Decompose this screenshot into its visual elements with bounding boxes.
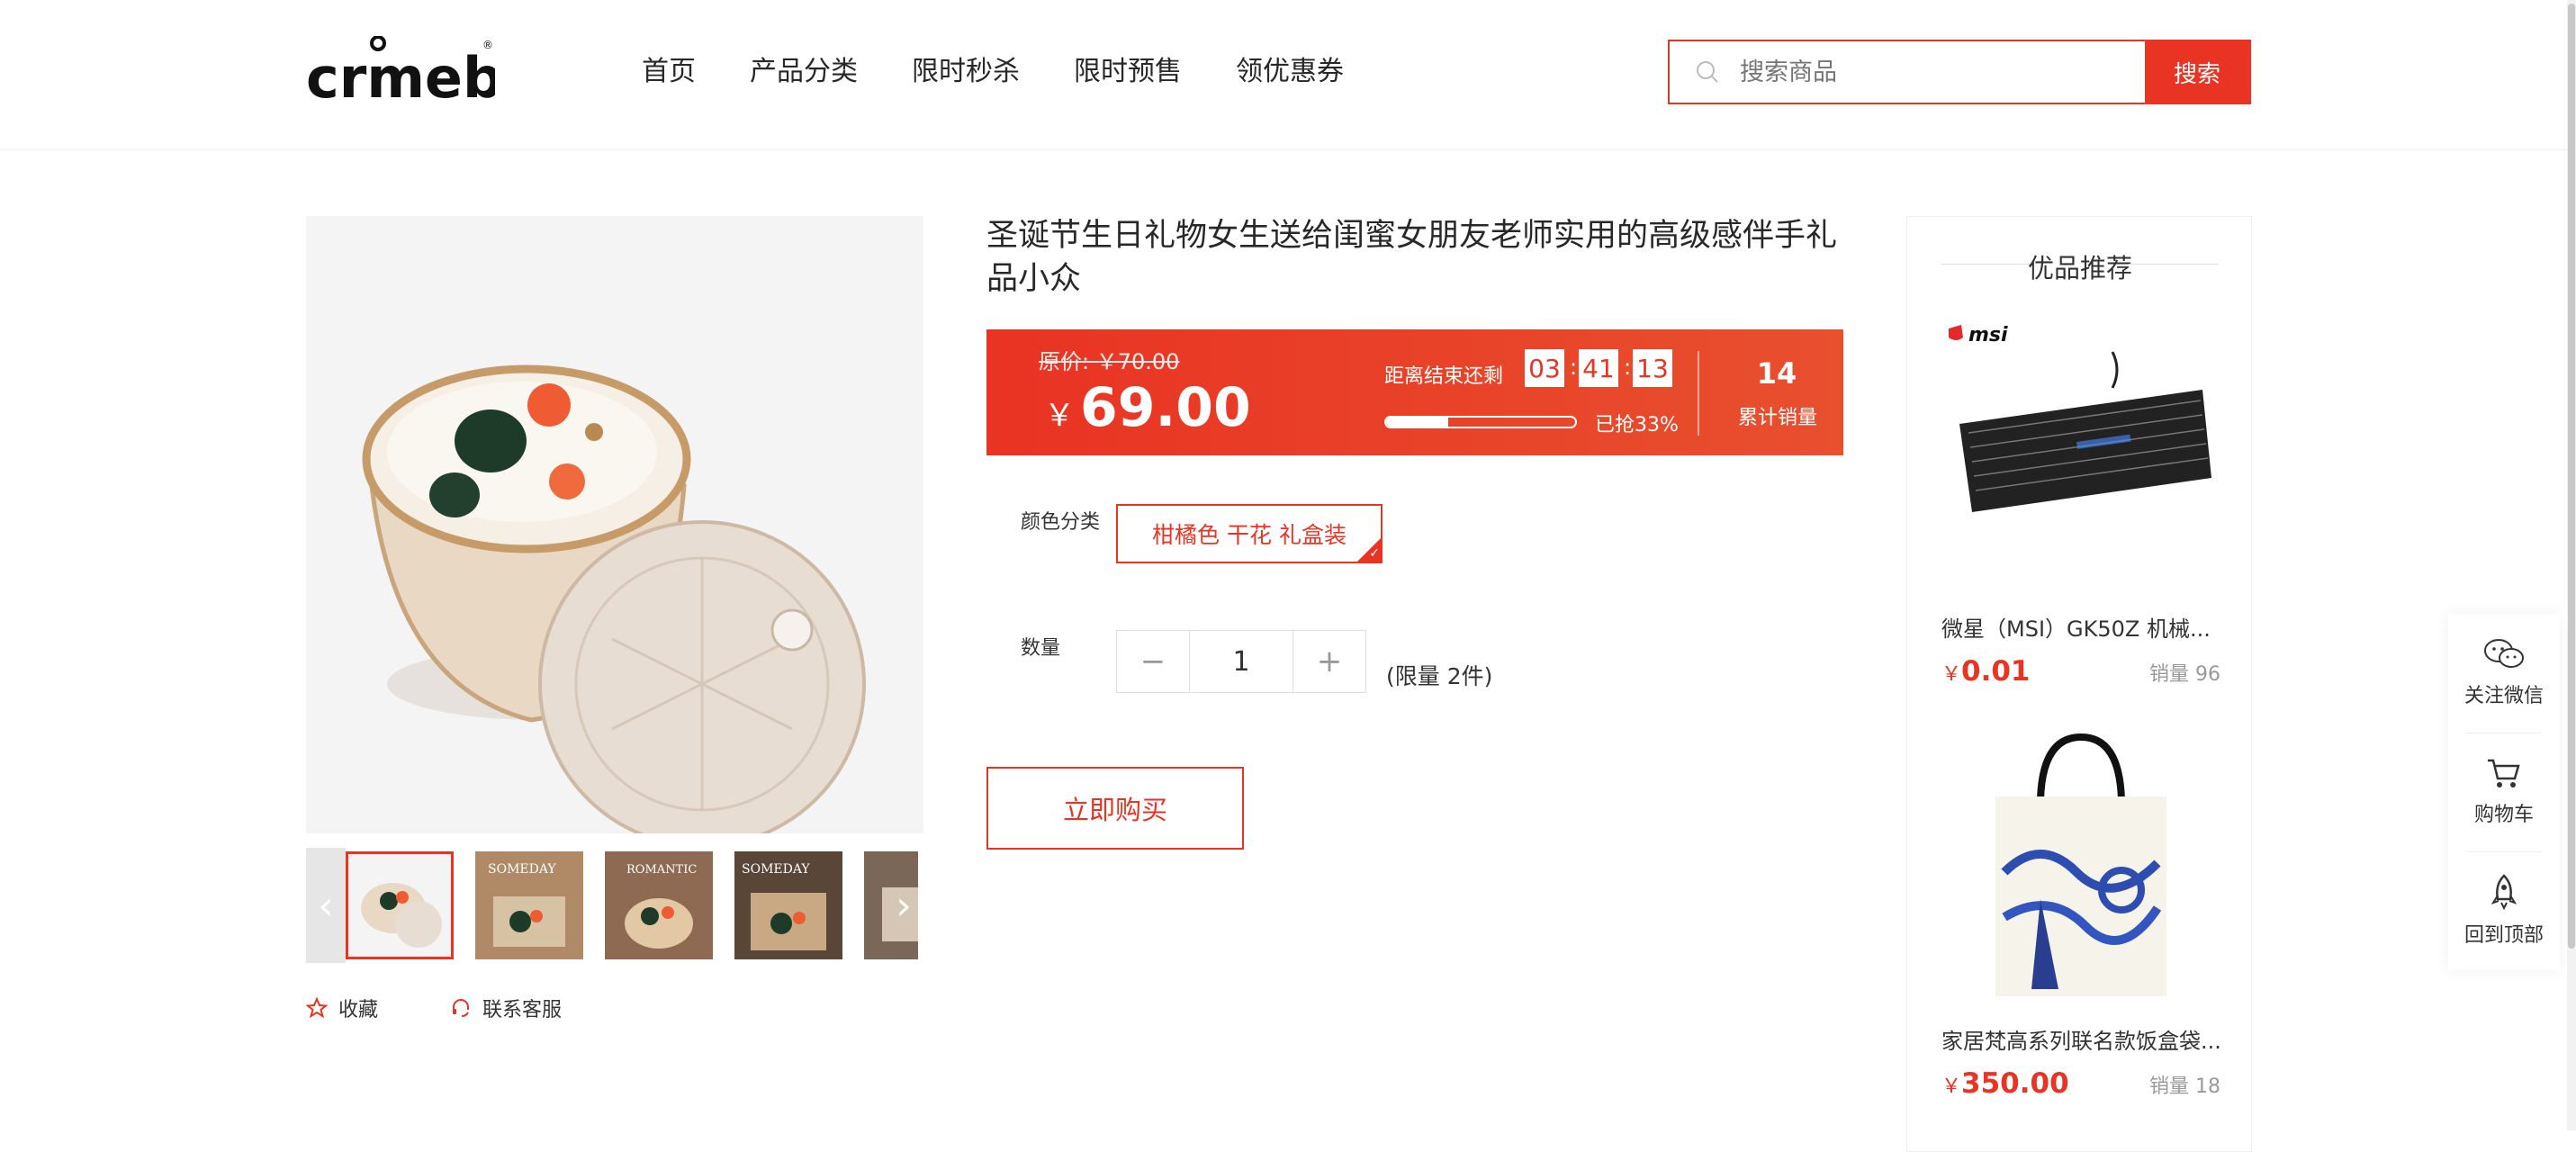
- svg-text:ROMANTIC: ROMANTIC: [626, 863, 697, 877]
- countdown-minutes: 41: [1579, 349, 1618, 387]
- buy-now-button[interactable]: 立即购买: [986, 767, 1244, 850]
- side-label: 购物车: [2473, 804, 2534, 826]
- wechat-icon: [2484, 639, 2524, 668]
- product-main-image: [306, 216, 923, 833]
- thumbnail-2[interactable]: SOMEDAY: [475, 851, 583, 959]
- side-label: 回到顶部: [2463, 924, 2544, 947]
- main-nav: 首页 产品分类 限时秒杀 限时预售 领优惠券: [642, 52, 1398, 92]
- recommend-item[interactable]: 家居梵高系列联名款饭盒袋... ￥350.00 销量 18: [1941, 728, 2220, 1100]
- divider: [2129, 264, 2219, 265]
- sku-option-label: 柑橘色 干花 礼盒装: [1152, 522, 1347, 548]
- countdown-separator: :: [1624, 355, 1632, 380]
- nav-coupons[interactable]: 领优惠券: [1236, 52, 1344, 92]
- thumbnail-3[interactable]: ROMANTIC: [605, 851, 713, 959]
- recommend-item-price: ￥0.01: [1941, 655, 2031, 688]
- total-sales-count: 14: [1756, 356, 1797, 391]
- recommend-panel: 优品推荐 msi 微星（MSI）GK50Z 机械... ￥0.01 销量 96 …: [1906, 216, 2252, 1152]
- favorite-label: 收藏: [338, 999, 379, 1022]
- nav-presale[interactable]: 限时预售: [1074, 52, 1182, 92]
- svg-text:SOMEDAY: SOMEDAY: [742, 862, 810, 877]
- search-bar: 搜索: [1668, 40, 2251, 104]
- site-header: crmeb ® 首页 产品分类 限时秒杀 限时预售 领优惠券 搜索: [0, 0, 2576, 150]
- scrollbar-thumb[interactable]: [2568, 4, 2575, 949]
- countdown-label: 距离结束还剩: [1384, 365, 1504, 388]
- currency-symbol: ￥: [1044, 398, 1075, 434]
- thumbnail-1[interactable]: [346, 851, 454, 959]
- side-toolbar: 关注微信 购物车 回到顶部: [2448, 614, 2560, 970]
- cart-button[interactable]: 购物车: [2448, 733, 2560, 851]
- recommend-item-sales: 销量 18: [2149, 1076, 2220, 1098]
- sku-option-selected[interactable]: 柑橘色 干花 礼盒装 ✓: [1116, 504, 1383, 563]
- quantity-label: 数量: [1021, 637, 1061, 660]
- quantity-stepper: − 1 +: [1116, 630, 1366, 693]
- thumbnail-strip: ‹ SOMEDAY ROMANTIC SOMEDAY ›: [306, 848, 923, 963]
- recommend-item-image: msi: [1941, 316, 2220, 595]
- chevron-left-icon: ‹: [318, 882, 334, 929]
- search-input[interactable]: [1738, 57, 2116, 87]
- countdown-separator: :: [1570, 355, 1578, 380]
- plus-icon: +: [1316, 644, 1343, 680]
- rocket-icon: [2490, 874, 2517, 910]
- product-actions: 收藏 联系客服: [306, 994, 634, 1022]
- sold-progress-fill: [1386, 418, 1449, 427]
- quantity-limit: (限量 2件): [1386, 663, 1493, 689]
- customer-service-button[interactable]: 联系客服: [450, 994, 562, 1022]
- nav-categories[interactable]: 产品分类: [750, 52, 858, 92]
- nav-flash-sale[interactable]: 限时秒杀: [912, 52, 1020, 92]
- total-sales-label: 累计销量: [1737, 407, 1817, 429]
- color-label: 颜色分类: [1021, 511, 1101, 534]
- follow-wechat-button[interactable]: 关注微信: [2448, 614, 2560, 733]
- recommend-title: 优品推荐: [2027, 253, 2132, 284]
- search-button[interactable]: 搜索: [2145, 41, 2249, 103]
- favorite-button[interactable]: 收藏: [306, 994, 378, 1022]
- recommend-item-price: ￥350.00: [1941, 1067, 2069, 1100]
- thumb-prev-button[interactable]: ‹: [306, 848, 346, 963]
- sold-progress-label: 已抢33%: [1595, 414, 1679, 436]
- divider: [1698, 351, 1699, 436]
- current-price: ￥ 69.00: [1044, 376, 1251, 439]
- countdown-hours: 03: [1525, 349, 1564, 387]
- cart-icon: [2488, 759, 2520, 788]
- minus-icon: −: [1139, 644, 1166, 680]
- back-to-top-button[interactable]: 回到顶部: [2448, 851, 2560, 970]
- recommend-item-sales: 销量 96: [2149, 663, 2220, 686]
- headset-icon: [453, 999, 470, 1017]
- svg-text:®: ®: [482, 39, 493, 51]
- minus-button[interactable]: −: [1117, 631, 1189, 692]
- plus-button[interactable]: +: [1293, 631, 1365, 692]
- price-value: 69.00: [1080, 376, 1251, 439]
- product-title: 圣诞节生日礼物女生送给闺蜜女朋友老师实用的高级感伴手礼品小众: [986, 218, 1838, 297]
- thumbnail-4[interactable]: SOMEDAY: [734, 851, 842, 959]
- recommend-item-name: 家居梵高系列联名款饭盒袋...: [1941, 1029, 2220, 1054]
- side-label: 关注微信: [2463, 685, 2544, 707]
- thumb-next-button[interactable]: ›: [884, 848, 923, 963]
- check-icon: ✓: [1369, 546, 1380, 561]
- service-label: 联系客服: [482, 999, 563, 1022]
- search-icon: [1697, 61, 1718, 83]
- flash-sale-price-panel: 原价: ￥70.00 ￥ 69.00 距离结束还剩 03 : 41 : 13 已抢…: [986, 329, 1843, 455]
- svg-text:SOMEDAY: SOMEDAY: [488, 862, 556, 877]
- original-price: 原价: ￥70.00: [1039, 349, 1180, 374]
- star-icon: [306, 997, 328, 1019]
- svg-text:crmeb: crmeb: [306, 45, 495, 108]
- recommend-item[interactable]: msi 微星（MSI）GK50Z 机械... ￥0.01 销量 96: [1941, 316, 2220, 688]
- chevron-right-icon: ›: [896, 882, 912, 929]
- countdown-seconds: 13: [1633, 349, 1672, 387]
- crmeb-logo[interactable]: crmeb ®: [306, 36, 495, 108]
- recommend-item-name: 微星（MSI）GK50Z 机械...: [1941, 616, 2211, 642]
- sold-progress-bar: [1384, 416, 1577, 428]
- nav-home[interactable]: 首页: [642, 52, 696, 92]
- svg-text:msi: msi: [1968, 324, 2008, 346]
- quantity-input[interactable]: 1: [1189, 631, 1293, 692]
- recommend-item-image: [1941, 728, 2220, 1007]
